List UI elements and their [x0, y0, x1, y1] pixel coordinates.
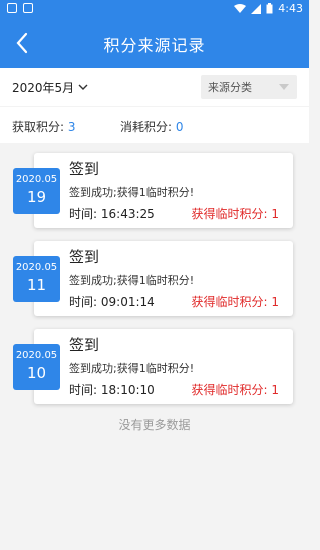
month-label: 2020年5月 [12, 81, 75, 95]
chevron-down-icon [78, 84, 88, 90]
shield-icon [7, 3, 17, 13]
status-time: 4:43 [278, 2, 303, 15]
record-day: 19 [26, 188, 47, 206]
record-date-badge: 2020.05 11 [13, 256, 60, 302]
nav-bar: 积分来源记录 [0, 22, 309, 64]
month-selector[interactable]: 2020年5月 [12, 79, 88, 96]
signal-icon [251, 3, 262, 14]
record-time-value: 16:43:25 [100, 207, 155, 221]
record-description: 签到成功;获得1临时积分! [69, 186, 195, 199]
record-time-label: 时间: [69, 383, 98, 397]
record-year-month: 2020.05 [15, 350, 58, 361]
record-time: 时间: 09:01:14 [69, 293, 155, 310]
record-time: 时间: 18:10:10 [69, 381, 155, 398]
notification-icon [23, 3, 33, 13]
record-description: 签到成功;获得1临时积分! [69, 274, 195, 287]
spent-label: 消耗积分: [120, 120, 173, 134]
record-day: 10 [26, 364, 47, 382]
record-points: 获得临时积分: 1 [191, 295, 280, 309]
record-year-month: 2020.05 [15, 262, 58, 273]
source-category-dropdown[interactable]: 来源分类 [201, 75, 297, 99]
record-card[interactable]: 签到 签到成功;获得1临时积分! 时间: 18:10:10 获得临时积分: 1 [34, 329, 293, 404]
points-summary: 获取积分: 3 消耗积分: 0 [0, 107, 309, 143]
filter-bar: 2020年5月 来源分类 [0, 68, 309, 106]
record-date-badge: 2020.05 10 [13, 344, 60, 390]
earned-points: 获取积分: 3 [12, 118, 76, 135]
record-card[interactable]: 签到 签到成功;获得1临时积分! 时间: 16:43:25 获得临时积分: 1 [34, 153, 293, 228]
record-time: 时间: 16:43:25 [69, 205, 155, 222]
record-day: 11 [26, 276, 47, 294]
earned-value: 3 [67, 120, 76, 134]
record-date-badge: 2020.05 19 [13, 168, 60, 214]
status-bar: 4:43 [0, 0, 309, 18]
record-time-value: 18:10:10 [100, 383, 155, 397]
app-header: 4:43 积分来源记录 [0, 0, 309, 68]
record-card[interactable]: 签到 签到成功;获得1临时积分! 时间: 09:01:14 获得临时积分: 1 [34, 241, 293, 316]
record-year-month: 2020.05 [15, 174, 58, 185]
earned-label: 获取积分: [12, 120, 65, 134]
battery-icon [266, 3, 273, 14]
record-points: 获得临时积分: 1 [191, 207, 280, 221]
record-time-label: 时间: [69, 207, 98, 221]
spent-points: 消耗积分: 0 [120, 118, 184, 135]
spent-value: 0 [175, 120, 184, 134]
record-title: 签到 [69, 248, 100, 266]
wifi-icon [234, 3, 247, 13]
page-title: 积分来源记录 [103, 36, 206, 55]
triangle-down-icon [279, 84, 289, 90]
record-points: 获得临时积分: 1 [191, 383, 280, 397]
source-category-label: 来源分类 [208, 81, 252, 94]
record-time-value: 09:01:14 [100, 295, 155, 309]
record-title: 签到 [69, 336, 100, 354]
record-time-label: 时间: [69, 295, 98, 309]
record-description: 签到成功;获得1临时积分! [69, 362, 195, 375]
no-more-data-text: 没有更多数据 [118, 418, 191, 432]
record-title: 签到 [69, 160, 100, 178]
